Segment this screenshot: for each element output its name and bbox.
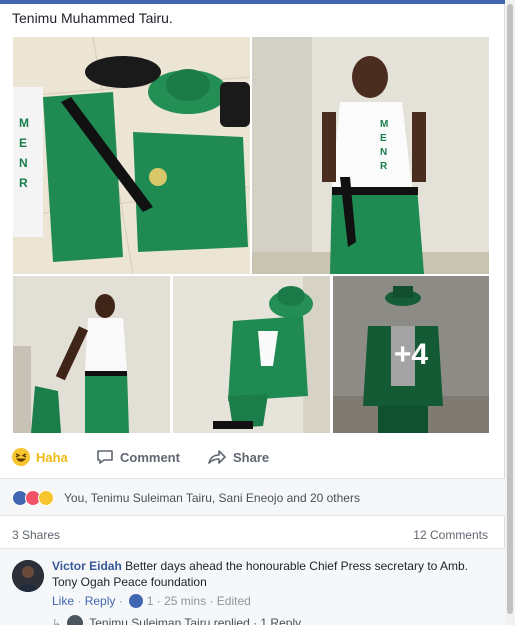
comment-meta: Like · Reply · 1 · 25 mins · Edited xyxy=(52,594,251,608)
photo-man-crouching[interactable] xyxy=(173,276,330,433)
photo-man-standing[interactable]: M E N R xyxy=(252,37,489,274)
man-standing-illustration: M E N R xyxy=(252,37,489,274)
svg-text:N: N xyxy=(19,156,28,170)
separator-dot: · xyxy=(249,616,261,625)
comments-area: Victor Eidah Better days ahead the honou… xyxy=(0,549,505,625)
more-photos-overlay[interactable]: +4 xyxy=(333,276,489,433)
photo-more[interactable]: +4 xyxy=(333,276,489,433)
reactions-summary[interactable]: You, Tenimu Suleiman Tairu, Sani Eneojo … xyxy=(0,478,505,516)
reply-count: 1 Reply xyxy=(260,616,302,625)
svg-text:E: E xyxy=(19,136,27,150)
comments-count[interactable]: 12 Comments xyxy=(413,528,488,542)
haha-reaction-icon xyxy=(38,490,54,506)
share-arrow-icon xyxy=(208,450,226,464)
comment-reply-link[interactable]: Reply xyxy=(85,594,116,608)
svg-text:N: N xyxy=(380,147,387,158)
uniform-items-illustration: M E N R xyxy=(13,37,250,274)
comment-like-count[interactable]: 1 xyxy=(147,594,154,608)
man-crouching-illustration xyxy=(173,276,330,433)
separator-dot: · xyxy=(74,594,85,608)
photo-man-holding-uniform[interactable] xyxy=(13,276,170,433)
comment-button[interactable]: Comment xyxy=(96,448,180,466)
svg-text:M: M xyxy=(380,119,388,130)
share-button[interactable]: Share xyxy=(207,448,269,466)
reply-summary[interactable]: ↳ Tenimu Suleiman Tairu replied · 1 Repl… xyxy=(52,615,301,625)
comment-like-link[interactable]: Like xyxy=(52,594,74,608)
reply-summary-text: Tenimu Suleiman Tairu replied xyxy=(89,616,250,625)
man-holding-uniform-illustration xyxy=(13,276,170,433)
commenter-avatar[interactable] xyxy=(12,560,44,592)
svg-text:R: R xyxy=(19,176,28,190)
post-card: Tenimu Muhammed Tairu. M E N R M E N R +… xyxy=(0,4,505,625)
haha-reaction-button[interactable]: Haha xyxy=(12,448,68,466)
shares-count[interactable]: 3 Shares xyxy=(12,528,60,542)
share-label: Share xyxy=(233,449,270,465)
comment-body: Victor Eidah Better days ahead the honou… xyxy=(52,558,492,590)
reaction-icons xyxy=(12,490,60,506)
reply-arrow-icon: ↳ xyxy=(52,617,62,625)
svg-text:M: M xyxy=(19,116,29,130)
separator-dot: · xyxy=(153,594,165,608)
comment-author[interactable]: Victor Eidah xyxy=(52,559,122,573)
separator-dot: · xyxy=(206,594,217,608)
haha-emoji-icon xyxy=(12,448,30,466)
scrollbar[interactable] xyxy=(505,0,515,625)
comment-bubble-icon xyxy=(97,450,113,464)
reaction-names[interactable]: You, Tenimu Suleiman Tairu, Sani Eneojo … xyxy=(64,491,360,505)
photo-uniform-items[interactable]: M E N R xyxy=(13,37,250,274)
comment-edited[interactable]: Edited xyxy=(217,594,251,608)
separator-dot: · xyxy=(115,594,123,608)
scrollbar-thumb[interactable] xyxy=(507,4,513,614)
avatar-image xyxy=(12,560,44,592)
comment-label: Comment xyxy=(120,449,180,465)
replier-avatar xyxy=(67,615,84,625)
post-text: Tenimu Muhammed Tairu. xyxy=(12,10,173,26)
post-actions: Haha Comment Share xyxy=(0,440,505,476)
comment-time[interactable]: 25 mins xyxy=(164,594,206,608)
comment-like-icon xyxy=(128,594,143,608)
haha-label: Haha xyxy=(36,449,68,465)
svg-text:R: R xyxy=(380,161,388,172)
svg-text:E: E xyxy=(380,133,387,144)
